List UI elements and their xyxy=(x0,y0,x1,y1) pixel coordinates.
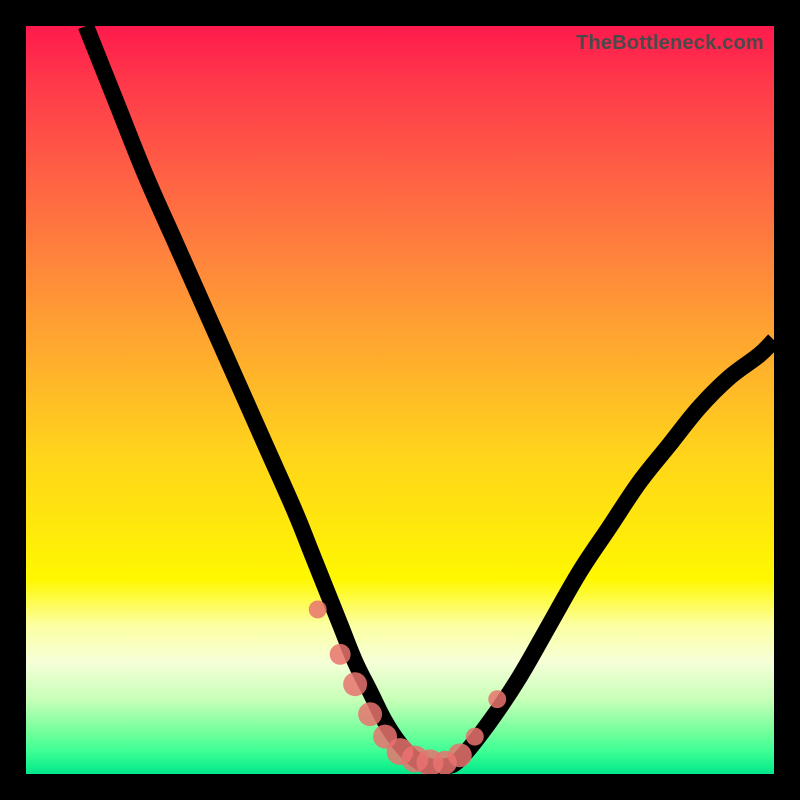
curve-marker xyxy=(330,644,351,665)
chart-svg xyxy=(26,26,774,774)
plot-area: TheBottleneck.com xyxy=(26,26,774,774)
bottleneck-curve xyxy=(86,26,774,768)
curve-marker xyxy=(466,728,484,746)
curve-marker xyxy=(309,600,327,618)
curve-marker xyxy=(448,743,472,767)
chart-frame: TheBottleneck.com xyxy=(0,0,800,800)
curve-marker xyxy=(358,702,382,726)
curve-marker xyxy=(488,690,506,708)
curve-marker xyxy=(343,672,367,696)
